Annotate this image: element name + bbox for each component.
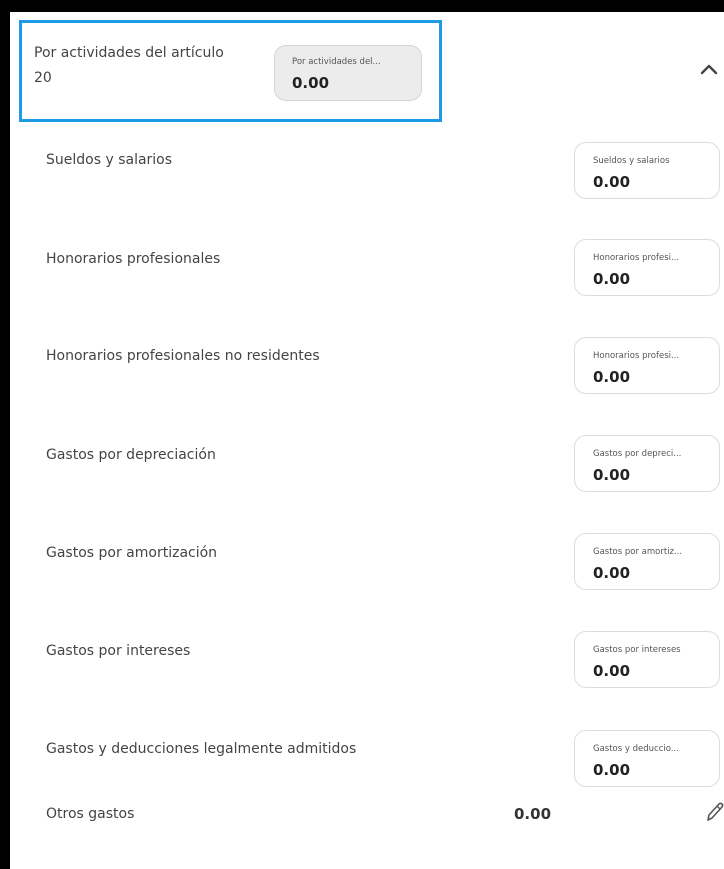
row-label-honorarios: Honorarios profesionales bbox=[46, 251, 221, 267]
field-honorarios[interactable]: Honorarios profesi... 0.00 bbox=[574, 239, 720, 296]
window-top-border bbox=[0, 0, 724, 12]
field-intereses[interactable]: Gastos por intereses 0.00 bbox=[574, 631, 720, 688]
field-value: 0.00 bbox=[593, 173, 631, 191]
section-total-field[interactable]: Por actividades del... 0.00 bbox=[274, 45, 422, 101]
field-value: 0.00 bbox=[593, 270, 631, 288]
chevron-up-icon[interactable] bbox=[698, 60, 720, 78]
field-value: 0.00 bbox=[593, 466, 631, 484]
row-label-deducciones: Gastos y deducciones legalmente admitido… bbox=[46, 741, 357, 757]
field-caption: Gastos por intereses bbox=[593, 645, 681, 655]
field-deducciones[interactable]: Gastos y deduccio... 0.00 bbox=[574, 730, 720, 787]
row-label-amortizacion: Gastos por amortización bbox=[46, 545, 218, 561]
field-amortizacion[interactable]: Gastos por amortiz... 0.00 bbox=[574, 533, 720, 590]
window-left-border bbox=[0, 0, 10, 869]
field-caption: Gastos y deduccio... bbox=[593, 744, 679, 754]
row-label-honorarios-no-residentes: Honorarios profesionales no residentes bbox=[46, 348, 320, 364]
otros-gastos-value: 0.00 bbox=[514, 805, 552, 823]
field-caption: Gastos por amortiz... bbox=[593, 547, 683, 557]
row-label-otros-gastos: Otros gastos bbox=[46, 806, 135, 822]
field-depreciacion[interactable]: Gastos por depreci... 0.00 bbox=[574, 435, 720, 492]
section-header-highlight: Por actividades del artículo 20 Por acti… bbox=[19, 20, 442, 122]
field-value: 0.00 bbox=[593, 564, 631, 582]
field-value: 0.00 bbox=[292, 74, 330, 92]
field-sueldos[interactable]: Sueldos y salarios 0.00 bbox=[574, 142, 720, 199]
row-label-depreciacion: Gastos por depreciación bbox=[46, 447, 216, 463]
section-header-label: Por actividades del artículo 20 bbox=[34, 45, 224, 86]
field-value: 0.00 bbox=[593, 662, 631, 680]
field-honorarios-no-residentes[interactable]: Honorarios profesi... 0.00 bbox=[574, 337, 720, 394]
deductions-panel: Por actividades del artículo 20 Por acti… bbox=[10, 12, 724, 869]
field-caption: Honorarios profesi... bbox=[593, 351, 680, 361]
field-value: 0.00 bbox=[593, 761, 631, 779]
pencil-icon[interactable] bbox=[704, 800, 724, 824]
field-caption: Sueldos y salarios bbox=[593, 156, 670, 166]
field-caption: Por actividades del... bbox=[292, 57, 381, 67]
field-value: 0.00 bbox=[593, 368, 631, 386]
field-caption: Honorarios profesi... bbox=[593, 253, 680, 263]
row-label-sueldos: Sueldos y salarios bbox=[46, 152, 173, 168]
field-caption: Gastos por depreci... bbox=[593, 449, 682, 459]
row-label-intereses: Gastos por intereses bbox=[46, 643, 191, 659]
